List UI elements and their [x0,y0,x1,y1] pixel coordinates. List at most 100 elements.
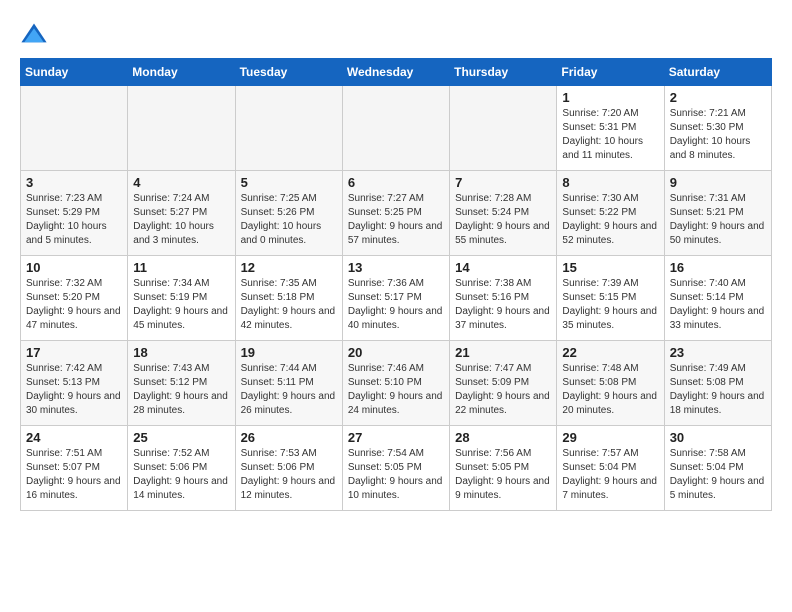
calendar-day-cell [342,86,449,171]
day-info: Sunrise: 7:54 AMSunset: 5:05 PMDaylight:… [348,447,444,503]
day-number: 30 [670,430,766,445]
calendar-day-cell: 19 Sunrise: 7:44 AMSunset: 5:11 PMDayligh… [235,341,342,426]
calendar-day-cell: 18 Sunrise: 7:43 AMSunset: 5:12 PMDayligh… [128,341,235,426]
day-number: 18 [133,345,229,360]
calendar-day-cell: 26Sunrise: 7:53 AMSunset: 5:06 PMDayligh… [235,426,342,511]
day-number: 29 [562,430,658,445]
calendar-day-cell [128,86,235,171]
calendar-week-row: 3 Sunrise: 7:23 AMSunset: 5:29 PMDaylight… [21,171,772,256]
calendar-day-cell: 2Sunrise: 7:21 AMSunset: 5:30 PMDaylight… [664,86,771,171]
calendar-table: SundayMondayTuesdayWednesdayThursdayFrid… [20,58,772,511]
calendar-day-cell: 12Sunrise: 7:35 AMSunset: 5:18 PMDayligh… [235,256,342,341]
logo-icon [20,20,48,48]
day-number: 17 [26,345,122,360]
calendar-day-cell: 27 Sunrise: 7:54 AMSunset: 5:05 PMDayligh… [342,426,449,511]
calendar-day-cell: 21Sunrise: 7:47 AMSunset: 5:09 PMDayligh… [450,341,557,426]
calendar-day-cell: 17 Sunrise: 7:42 AMSunset: 5:13 PMDayligh… [21,341,128,426]
calendar-day-cell: 7 Sunrise: 7:28 AMSunset: 5:24 PMDaylight… [450,171,557,256]
calendar-day-cell: 14Sunrise: 7:38 AMSunset: 5:16 PMDayligh… [450,256,557,341]
day-info: Sunrise: 7:20 AMSunset: 5:31 PMDaylight:… [562,107,658,163]
calendar-day-cell: 10 Sunrise: 7:32 AMSunset: 5:20 PMDayligh… [21,256,128,341]
calendar-day-cell: 8Sunrise: 7:30 AMSunset: 5:22 PMDaylight… [557,171,664,256]
calendar-week-row: 17 Sunrise: 7:42 AMSunset: 5:13 PMDayligh… [21,341,772,426]
calendar-day-cell: 4Sunrise: 7:24 AMSunset: 5:27 PMDaylight… [128,171,235,256]
day-info: Sunrise: 7:58 AMSunset: 5:04 PMDaylight:… [670,447,766,503]
weekday-header: Friday [557,59,664,86]
day-number: 15 [562,260,658,275]
calendar-week-row: 24 Sunrise: 7:51 AMSunset: 5:07 PMDayligh… [21,426,772,511]
day-number: 3 [26,175,122,190]
day-info: Sunrise: 7:44 AMSunset: 5:11 PMDaylight:… [241,362,337,418]
calendar-day-cell: 24 Sunrise: 7:51 AMSunset: 5:07 PMDayligh… [21,426,128,511]
day-number: 21 [455,345,551,360]
day-number: 4 [133,175,229,190]
day-info: Sunrise: 7:40 AMSunset: 5:14 PMDaylight:… [670,277,766,333]
weekday-header: Thursday [450,59,557,86]
weekday-header: Monday [128,59,235,86]
calendar-day-cell: 3 Sunrise: 7:23 AMSunset: 5:29 PMDaylight… [21,171,128,256]
calendar-day-cell [235,86,342,171]
calendar-day-cell: 15 Sunrise: 7:39 AMSunset: 5:15 PMDayligh… [557,256,664,341]
day-number: 19 [241,345,337,360]
day-number: 27 [348,430,444,445]
calendar-day-cell: 16 Sunrise: 7:40 AMSunset: 5:14 PMDayligh… [664,256,771,341]
page-header [20,20,772,48]
calendar-day-cell: 28 Sunrise: 7:56 AMSunset: 5:05 PMDayligh… [450,426,557,511]
day-number: 22 [562,345,658,360]
day-info: Sunrise: 7:21 AMSunset: 5:30 PMDaylight:… [670,107,766,163]
calendar-day-cell: 29 Sunrise: 7:57 AMSunset: 5:04 PMDayligh… [557,426,664,511]
day-number: 16 [670,260,766,275]
day-info: Sunrise: 7:32 AMSunset: 5:20 PMDaylight:… [26,277,122,333]
day-number: 10 [26,260,122,275]
day-info: Sunrise: 7:48 AMSunset: 5:08 PMDaylight:… [562,362,658,418]
day-number: 23 [670,345,766,360]
weekday-header: Saturday [664,59,771,86]
day-info: Sunrise: 7:31 AMSunset: 5:21 PMDaylight:… [670,192,766,248]
day-number: 6 [348,175,444,190]
calendar-day-cell: 22 Sunrise: 7:48 AMSunset: 5:08 PMDayligh… [557,341,664,426]
day-info: Sunrise: 7:27 AMSunset: 5:25 PMDaylight:… [348,192,444,248]
day-info: Sunrise: 7:51 AMSunset: 5:07 PMDaylight:… [26,447,122,503]
day-info: Sunrise: 7:49 AMSunset: 5:08 PMDaylight:… [670,362,766,418]
day-number: 25 [133,430,229,445]
calendar-day-cell: 20 Sunrise: 7:46 AMSunset: 5:10 PMDayligh… [342,341,449,426]
day-number: 20 [348,345,444,360]
calendar-day-cell: 25 Sunrise: 7:52 AMSunset: 5:06 PMDayligh… [128,426,235,511]
day-number: 5 [241,175,337,190]
calendar-week-row: 10 Sunrise: 7:32 AMSunset: 5:20 PMDayligh… [21,256,772,341]
calendar-day-cell: 1 Sunrise: 7:20 AMSunset: 5:31 PMDaylight… [557,86,664,171]
calendar-day-cell: 5 Sunrise: 7:25 AMSunset: 5:26 PMDaylight… [235,171,342,256]
day-info: Sunrise: 7:25 AMSunset: 5:26 PMDaylight:… [241,192,337,248]
calendar-day-cell: 9 Sunrise: 7:31 AMSunset: 5:21 PMDaylight… [664,171,771,256]
day-info: Sunrise: 7:56 AMSunset: 5:05 PMDaylight:… [455,447,551,503]
calendar-day-cell: 11 Sunrise: 7:34 AMSunset: 5:19 PMDayligh… [128,256,235,341]
calendar-day-cell: 23 Sunrise: 7:49 AMSunset: 5:08 PMDayligh… [664,341,771,426]
day-number: 24 [26,430,122,445]
calendar-day-cell: 30 Sunrise: 7:58 AMSunset: 5:04 PMDayligh… [664,426,771,511]
weekday-header: Tuesday [235,59,342,86]
day-info: Sunrise: 7:34 AMSunset: 5:19 PMDaylight:… [133,277,229,333]
calendar-day-cell: 13Sunrise: 7:36 AMSunset: 5:17 PMDayligh… [342,256,449,341]
day-number: 28 [455,430,551,445]
day-number: 7 [455,175,551,190]
day-info: Sunrise: 7:52 AMSunset: 5:06 PMDaylight:… [133,447,229,503]
weekday-header: Sunday [21,59,128,86]
day-info: Sunrise: 7:43 AMSunset: 5:12 PMDaylight:… [133,362,229,418]
calendar-day-cell [21,86,128,171]
day-info: Sunrise: 7:42 AMSunset: 5:13 PMDaylight:… [26,362,122,418]
day-info: Sunrise: 7:38 AMSunset: 5:16 PMDaylight:… [455,277,551,333]
calendar-day-cell: 6 Sunrise: 7:27 AMSunset: 5:25 PMDaylight… [342,171,449,256]
day-info: Sunrise: 7:28 AMSunset: 5:24 PMDaylight:… [455,192,551,248]
day-info: Sunrise: 7:23 AMSunset: 5:29 PMDaylight:… [26,192,122,248]
weekday-header-row: SundayMondayTuesdayWednesdayThursdayFrid… [21,59,772,86]
day-number: 11 [133,260,229,275]
day-info: Sunrise: 7:35 AMSunset: 5:18 PMDaylight:… [241,277,337,333]
calendar-week-row: 1 Sunrise: 7:20 AMSunset: 5:31 PMDaylight… [21,86,772,171]
day-info: Sunrise: 7:39 AMSunset: 5:15 PMDaylight:… [562,277,658,333]
day-info: Sunrise: 7:46 AMSunset: 5:10 PMDaylight:… [348,362,444,418]
day-number: 1 [562,90,658,105]
day-number: 9 [670,175,766,190]
day-info: Sunrise: 7:57 AMSunset: 5:04 PMDaylight:… [562,447,658,503]
calendar-day-cell [450,86,557,171]
day-number: 26 [241,430,337,445]
